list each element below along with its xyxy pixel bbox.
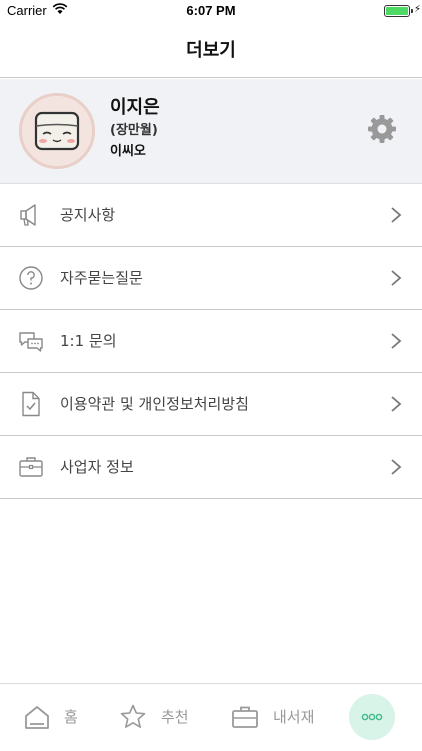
menu-item-label: 공지사항 [60, 206, 116, 224]
tab-home[interactable]: 홈 [0, 684, 105, 751]
tab-recommend-label: 추천 [161, 708, 189, 726]
nav-bar: 더보기 [0, 22, 422, 78]
menu-item-label: 자주묻는질문 [60, 269, 143, 287]
tab-home-label: 홈 [64, 708, 78, 726]
question-icon [19, 266, 43, 290]
charging-bolt-icon: ⚡ [413, 4, 421, 15]
status-bar: Carrier 6:07 PM ⚡ [0, 0, 422, 22]
tab-library[interactable]: 내서재 [217, 684, 335, 751]
tab-bar: 홈 추천 내서재 [0, 683, 422, 750]
tab-library-label: 내서재 [273, 708, 315, 726]
chevron-right-icon [391, 207, 402, 223]
battery-fill [386, 7, 408, 15]
megaphone-icon [20, 204, 36, 226]
menu-item-business-info[interactable]: 사업자 정보 [0, 436, 422, 499]
chevron-right-icon [391, 270, 402, 286]
status-time: 6:07 PM [186, 3, 236, 18]
menu-list: 공지사항 자주묻는질문 1:1 문의 이용약관 및 개인정보처리방침 사업자 정… [0, 184, 422, 499]
profile-nickname: 이씨오 [110, 144, 146, 159]
profile-card[interactable]: 이지은 (장만월) 이씨오 [0, 79, 422, 184]
tab-more-button[interactable] [349, 694, 395, 740]
menu-item-label: 이용약관 및 개인정보처리방침 [60, 395, 249, 413]
profile-name: 이지은 [110, 97, 160, 118]
briefcase-icon [232, 706, 258, 728]
document-check-icon [22, 391, 40, 417]
tab-recommend[interactable]: 추천 [105, 684, 217, 751]
star-icon [120, 704, 146, 728]
home-icon [25, 706, 49, 729]
menu-item-inquiry[interactable]: 1:1 문의 [0, 310, 422, 373]
avatar[interactable] [19, 93, 95, 169]
avatar-face-icon [22, 96, 92, 166]
menu-item-notice[interactable]: 공지사항 [0, 184, 422, 247]
chevron-right-icon [391, 333, 402, 349]
briefcase-icon [19, 457, 43, 477]
chat-bubbles-icon [19, 332, 43, 352]
battery-icon [384, 5, 410, 17]
page-title: 더보기 [186, 40, 236, 61]
menu-item-label: 1:1 문의 [60, 332, 117, 350]
menu-item-label: 사업자 정보 [60, 458, 134, 476]
more-dots-icon [361, 713, 383, 721]
menu-item-faq[interactable]: 자주묻는질문 [0, 247, 422, 310]
battery-tip [411, 9, 413, 13]
chevron-right-icon [391, 396, 402, 412]
gear-icon[interactable] [366, 113, 398, 145]
profile-sub-name: (장만월) [110, 123, 158, 138]
chevron-right-icon [391, 459, 402, 475]
menu-item-terms[interactable]: 이용약관 및 개인정보처리방침 [0, 373, 422, 436]
